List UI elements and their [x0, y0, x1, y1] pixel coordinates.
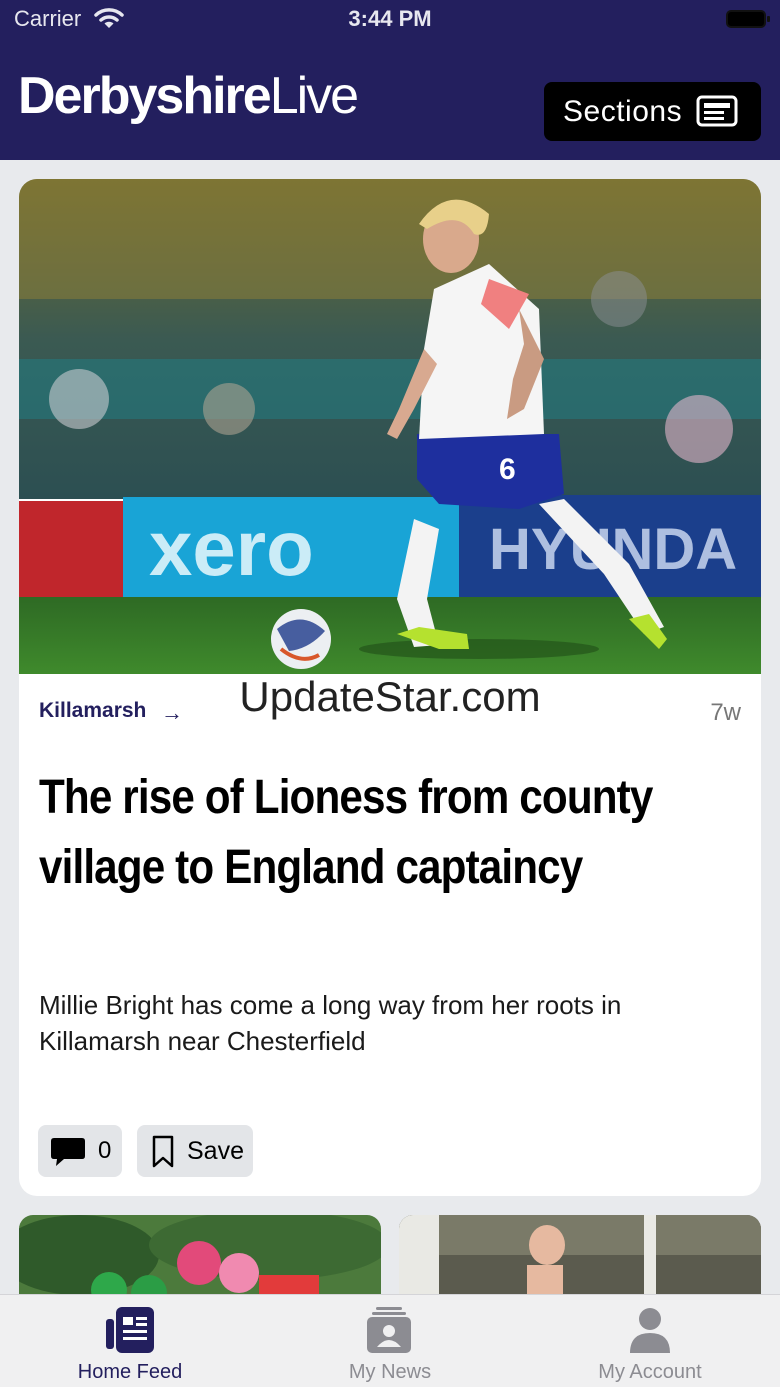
app-header: Carrier 3:44 PM DerbyshireLive Sections — [0, 0, 780, 160]
tab-label: My Account — [598, 1361, 702, 1383]
logo-light-text: Live — [269, 67, 359, 125]
svg-text:xero: xero — [149, 504, 314, 592]
article-headline[interactable]: The rise of Lioness from county village … — [39, 763, 734, 903]
tab-home-feed[interactable]: Home Feed — [0, 1295, 260, 1387]
battery-icon — [726, 10, 770, 28]
sections-button[interactable]: Sections — [544, 82, 761, 141]
bottom-tab-bar: Home Feed My News My Account — [0, 1294, 780, 1387]
tab-my-account[interactable]: My Account — [520, 1295, 780, 1387]
tab-label: My News — [348, 1361, 432, 1383]
sections-label: Sections — [563, 94, 683, 128]
article-age: 7w — [710, 699, 741, 726]
comments-button[interactable]: 0 — [38, 1125, 122, 1177]
status-time: 3:44 PM — [348, 6, 432, 31]
article-standfirst: Millie Bright has come a long way from h… — [39, 990, 622, 1056]
tab-my-news[interactable]: My News — [260, 1295, 520, 1387]
bookmark-icon — [151, 1135, 175, 1174]
status-bar: Carrier 3:44 PM — [0, 0, 780, 44]
derbyshire-live-logo[interactable]: DerbyshireLive — [18, 67, 359, 125]
save-button[interactable]: Save — [137, 1125, 253, 1177]
account-icon — [624, 1305, 676, 1362]
article-hero-image[interactable]: xero HYUNDA 6 — [19, 179, 761, 674]
watermark-text: UpdateStar.com — [239, 673, 541, 720]
comment-count: 0 — [98, 1137, 112, 1164]
my-news-icon — [364, 1305, 416, 1362]
save-label: Save — [187, 1137, 244, 1165]
article-card[interactable]: xero HYUNDA 6 Killamarsh → UpdateStar. — [19, 179, 761, 1196]
home-feed-icon — [104, 1305, 156, 1362]
sections-menu-icon — [696, 95, 738, 132]
tab-label: Home Feed — [77, 1361, 183, 1383]
logo-bold-text: Derbyshire — [18, 67, 272, 125]
comment-bubble-icon — [50, 1137, 86, 1172]
svg-text:6: 6 — [499, 453, 516, 486]
